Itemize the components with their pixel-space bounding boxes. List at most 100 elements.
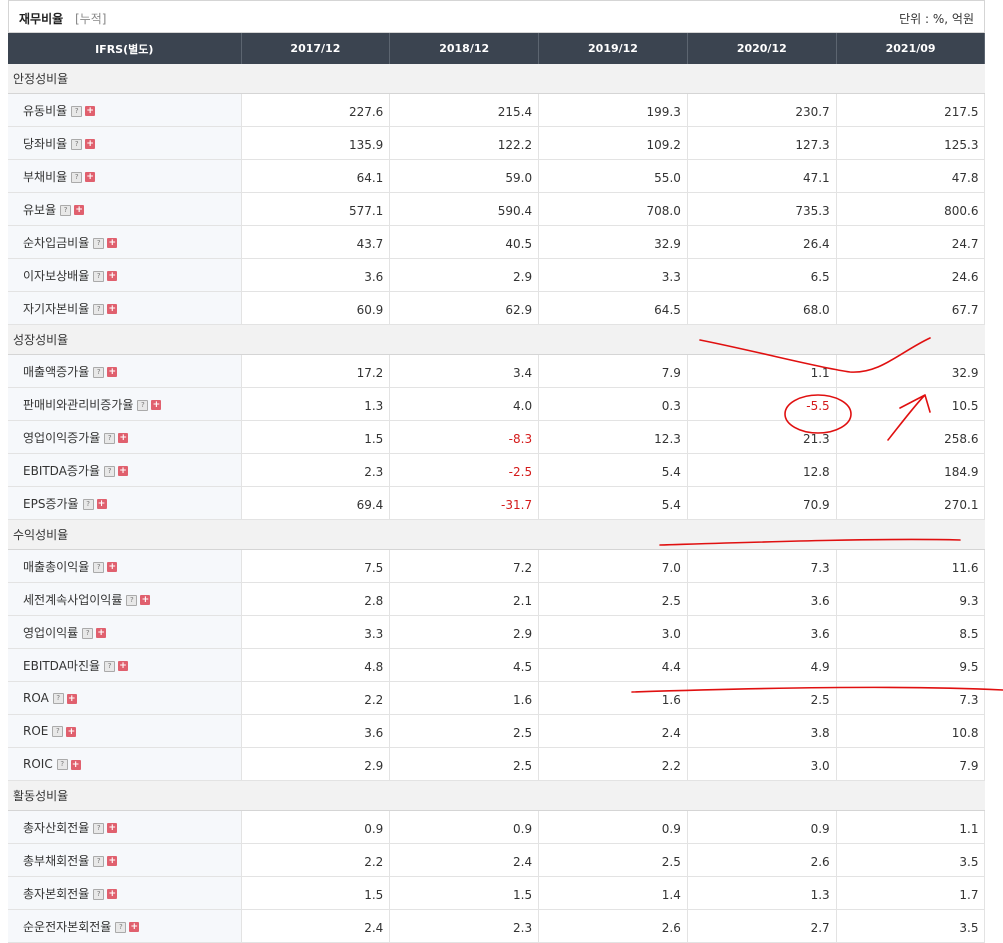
question-icon[interactable]: ?	[93, 303, 105, 315]
row-label: 순운전자본회전율	[23, 919, 112, 934]
table-row: 당좌비율? +135.9 122.2 109.2 127.3 125.3	[8, 126, 986, 160]
value-cell: 1.6	[538, 681, 688, 715]
question-icon[interactable]: ?	[52, 726, 64, 737]
row-label-cell: 매출총이익율? +	[8, 549, 242, 583]
question-icon[interactable]: ?	[115, 921, 127, 933]
row-label: 영업이익증가율	[23, 430, 101, 445]
value-cell: 4.0	[389, 387, 540, 421]
row-label: 자기자본비율	[23, 301, 90, 316]
plus-icon[interactable]: +	[96, 499, 107, 509]
row-label-cell: 판매비와관리비증가율? +	[8, 387, 242, 421]
value-cell: 2.3	[389, 909, 540, 943]
question-icon[interactable]: ?	[93, 270, 105, 282]
row-label-cell: 이자보상배율? +	[8, 258, 242, 292]
row-label: 총자산회전율	[23, 820, 90, 835]
question-icon[interactable]: ?	[104, 660, 116, 672]
question-icon[interactable]: ?	[71, 105, 83, 117]
value-cell: 3.5	[836, 843, 986, 877]
value-cell: -8.3	[389, 420, 540, 454]
question-icon[interactable]: ?	[137, 399, 149, 411]
table-row: 매출액증가율? +17.2 3.4 7.9 1.1 32.9	[8, 354, 986, 388]
value-cell: 64.5	[538, 291, 688, 325]
plus-icon[interactable]: +	[107, 304, 118, 314]
plus-icon[interactable]: +	[129, 922, 140, 932]
plus-icon[interactable]: +	[107, 367, 118, 377]
page-title: 재무비율	[19, 12, 64, 26]
question-icon[interactable]: ?	[71, 171, 83, 183]
question-icon[interactable]: ?	[93, 855, 105, 867]
plus-icon[interactable]: +	[70, 759, 81, 770]
value-cell: 24.6	[836, 258, 986, 292]
plus-icon[interactable]: +	[151, 400, 162, 410]
table-row: 순차입금비율? +43.7 40.5 32.9 26.4 24.7	[8, 225, 986, 259]
question-icon[interactable]: ?	[104, 432, 116, 444]
plus-icon[interactable]: +	[118, 433, 129, 443]
plus-icon[interactable]: +	[107, 238, 118, 248]
value-cell: 3.0	[538, 615, 688, 649]
plus-icon[interactable]: +	[66, 726, 77, 737]
table-row: 부채비율? +64.1 59.0 55.0 47.1 47.8	[8, 159, 986, 193]
value-cell: 708.0	[538, 192, 688, 226]
row-label-cell: ROIC? +	[8, 747, 242, 781]
value-cell: 2.4	[241, 909, 391, 943]
question-icon[interactable]: ?	[82, 627, 94, 639]
question-icon[interactable]: ?	[93, 237, 105, 249]
plus-icon[interactable]: +	[140, 595, 151, 605]
table-row: 자기자본비율? +60.9 62.9 64.5 68.0 67.7	[8, 291, 986, 325]
column-header: IFRS(별도)	[8, 33, 242, 64]
value-cell: 7.0	[538, 549, 688, 583]
question-icon[interactable]: ?	[52, 693, 64, 704]
plus-icon[interactable]: +	[118, 661, 129, 671]
table-header-row: IFRS(별도) 2017/12 2018/12 2019/12 2020/12…	[8, 33, 986, 64]
plus-icon[interactable]: +	[107, 889, 118, 899]
value-cell: 2.5	[538, 582, 688, 616]
value-cell: 11.6	[836, 549, 986, 583]
plus-icon[interactable]: +	[66, 693, 77, 704]
question-icon[interactable]: ?	[93, 822, 105, 834]
row-label: 부채비율	[23, 169, 68, 184]
row-label-cell: ROA? +	[8, 681, 242, 715]
plus-icon[interactable]: +	[107, 823, 118, 833]
question-icon[interactable]: ?	[93, 561, 105, 573]
question-icon[interactable]: ?	[93, 888, 105, 900]
plus-icon[interactable]: +	[107, 271, 118, 281]
value-cell: 32.9	[538, 225, 688, 259]
unit-label: 단위 : %, 억원	[899, 12, 974, 26]
value-cell: 0.3	[538, 387, 688, 421]
value-cell: 3.6	[687, 615, 837, 649]
value-cell: 68.0	[687, 291, 837, 325]
value-cell: 12.3	[538, 420, 688, 454]
table-row: 총자산회전율? +0.9 0.9 0.9 0.9 1.1	[8, 810, 986, 844]
value-cell: 3.3	[538, 258, 688, 292]
row-label: 판매비와관리비증가율	[23, 397, 134, 412]
question-icon[interactable]: ?	[93, 366, 105, 378]
value-cell: 127.3	[687, 126, 837, 160]
value-cell: 2.6	[687, 843, 837, 877]
value-cell: 2.7	[687, 909, 837, 943]
question-icon[interactable]: ?	[71, 138, 83, 150]
plus-icon[interactable]: +	[107, 856, 118, 866]
value-cell: 3.5	[836, 909, 986, 943]
value-cell: 0.9	[241, 810, 391, 844]
plus-icon[interactable]: +	[107, 562, 118, 572]
row-label: EBITDA증가율	[23, 463, 101, 478]
row-label: ROA	[23, 691, 49, 705]
row-label: ROE	[23, 724, 49, 738]
plus-icon[interactable]: +	[85, 106, 96, 116]
table-row: 판매비와관리비증가율? +1.3 4.0 0.3 -5.5 10.5	[8, 387, 986, 421]
question-icon[interactable]: ?	[104, 465, 116, 477]
plus-icon[interactable]: +	[96, 628, 107, 638]
question-icon[interactable]: ?	[82, 498, 94, 510]
question-icon[interactable]: ?	[126, 594, 138, 606]
plus-icon[interactable]: +	[74, 205, 85, 215]
value-cell: 7.5	[241, 549, 391, 583]
table-row: 총부채회전율? +2.2 2.4 2.5 2.6 3.5	[8, 843, 986, 877]
value-cell: 4.5	[389, 648, 540, 682]
plus-icon[interactable]: +	[118, 466, 129, 476]
plus-icon[interactable]: +	[85, 139, 96, 149]
value-cell: 5.4	[538, 453, 688, 487]
plus-icon[interactable]: +	[85, 172, 96, 182]
question-icon[interactable]: ?	[56, 759, 68, 770]
question-icon[interactable]: ?	[60, 204, 72, 216]
value-cell: 47.1	[687, 159, 837, 193]
